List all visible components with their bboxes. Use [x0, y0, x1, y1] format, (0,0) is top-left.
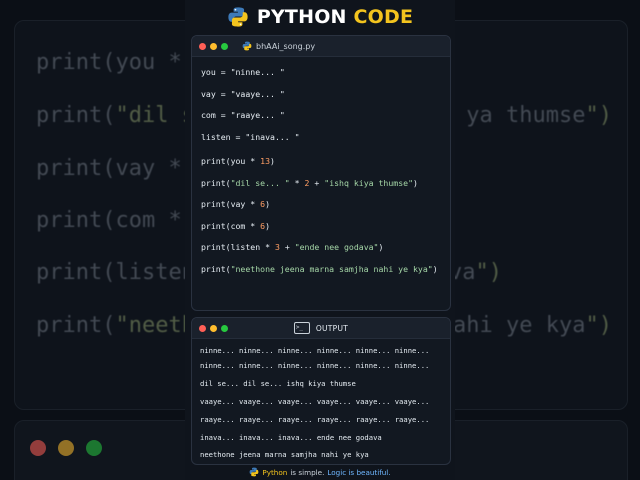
output-line: ninne... ninne... ninne... ninne... ninn…	[200, 361, 430, 370]
python-logo-icon	[250, 467, 259, 477]
code-line: print("neethone jeena marna samjha nahi …	[201, 263, 438, 274]
code-line: print(com * 6)	[201, 220, 271, 231]
page-title: PYTHON CODE	[185, 4, 455, 30]
background-green-dot	[86, 440, 102, 456]
background-code-line: print(you *	[36, 50, 182, 75]
python-logo-icon	[228, 7, 248, 27]
background-code-line: print(com *	[36, 208, 182, 233]
code-line: com = "raaye... "	[201, 110, 285, 120]
output-line: ninne... ninne... ninne... ninne... ninn…	[200, 346, 430, 355]
output-titlebar: >_ OUTPUT	[192, 318, 450, 339]
code-line: print(listen * 3 + "ende nee godava")	[201, 242, 384, 252]
output-console: ninne... ninne... ninne... ninne... ninn…	[192, 339, 450, 459]
close-window-dot[interactable]	[199, 42, 206, 50]
maximize-window-dot[interactable]	[221, 42, 228, 50]
background-code-line: print(vay *	[36, 156, 182, 181]
background-code-line: va")	[449, 260, 502, 285]
code-line: you = "ninne... "	[201, 67, 285, 77]
code-line: print(vay * 6)	[201, 199, 271, 209]
background-yellow-dot	[58, 440, 74, 456]
title-python: PYTHON	[256, 6, 347, 28]
title-code: CODE	[353, 6, 414, 28]
code-line: vay = "vaaye... "	[201, 88, 285, 99]
output-line: vaaye... vaaye... vaaye... vaaye... vaay…	[200, 396, 430, 406]
main-column: PYTHON CODE bhAAi_song.py you = "ninne..…	[185, 0, 455, 480]
code-line: print("dil se... " * 2 + "ishq kiya thum…	[201, 177, 418, 188]
footer-is-simple: is simple.	[290, 467, 325, 477]
background-code-line: print("dil s	[36, 103, 195, 128]
editor-filename: bhAAi_song.py	[256, 41, 316, 51]
background-red-dot	[30, 440, 46, 456]
output-line: raaye... raaye... raaye... raaye... raay…	[200, 414, 430, 424]
code-line: print(you * 13)	[201, 156, 275, 166]
code-area[interactable]: you = "ninne... " vay = "vaaye... " com …	[192, 57, 450, 274]
output-window: >_ OUTPUT ninne... ninne... ninne... nin…	[191, 317, 451, 465]
editor-titlebar: bhAAi_song.py	[192, 36, 450, 57]
output-line: inava... inava... inava... ende nee goda…	[200, 432, 382, 442]
output-line: dil se... dil se... ishq kiya thumse	[200, 378, 356, 388]
background-code-line: nahi ye kya")	[439, 313, 612, 338]
output-line: neethone jeena marna samjha nahi ye kya	[200, 450, 369, 460]
code-line: listen = "inava... "	[201, 131, 300, 142]
output-label: OUTPUT	[315, 323, 349, 333]
background-code-line: print("neetho	[36, 313, 209, 338]
background-code-line: ya thumse")	[466, 103, 612, 128]
terminal-icon: >_	[293, 322, 310, 334]
footer-python: Python	[262, 467, 288, 477]
footer-logic: Logic is beautiful.	[327, 467, 391, 477]
background-code-line: print(listen	[36, 260, 195, 285]
minimize-window-dot[interactable]	[210, 42, 217, 50]
python-file-icon	[242, 41, 252, 51]
footer-tagline: Python is simple. Logic is beautiful.	[185, 466, 455, 478]
editor-window: bhAAi_song.py you = "ninne... " vay = "v…	[191, 35, 451, 311]
